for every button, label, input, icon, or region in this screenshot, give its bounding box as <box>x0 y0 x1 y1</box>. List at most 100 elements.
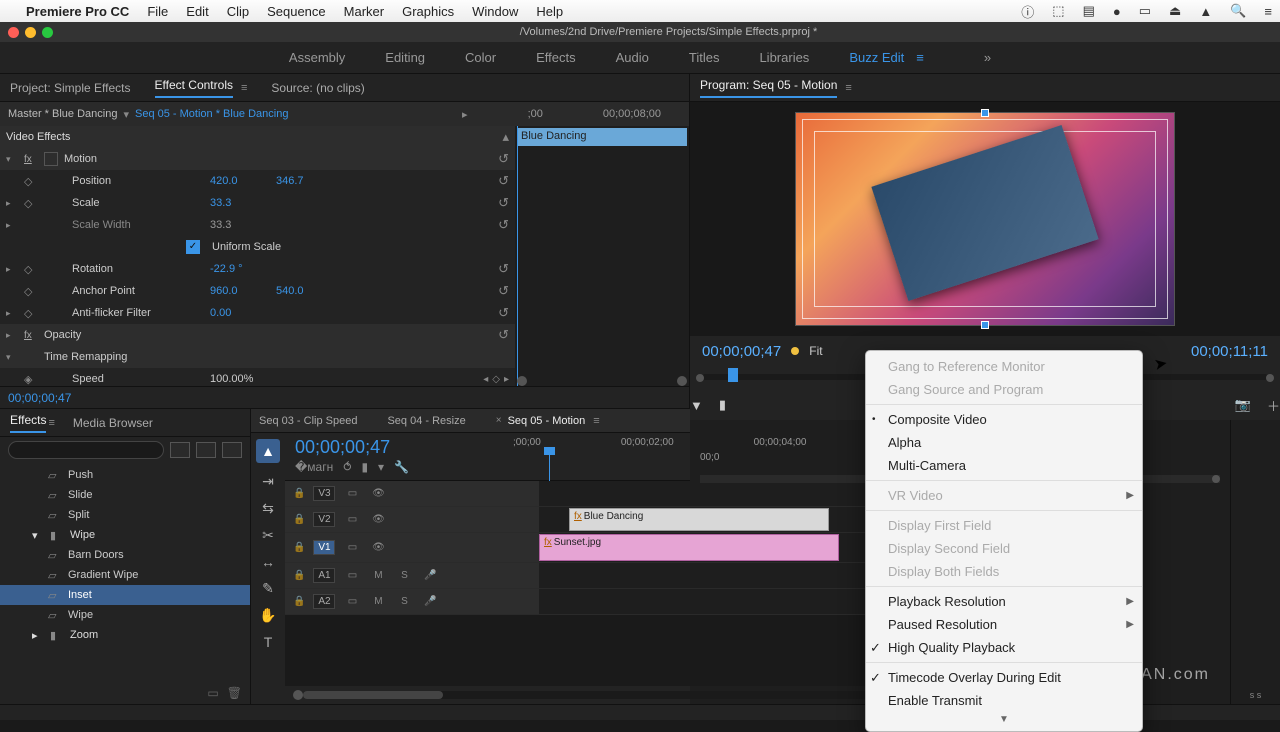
add-marker-icon[interactable]: ▾ <box>378 460 384 474</box>
keyframe-toggle-icon[interactable]: ◇ <box>24 307 38 320</box>
export-frame-icon[interactable]: 📷 <box>1235 397 1251 413</box>
track-v3[interactable]: V3 <box>313 486 335 501</box>
opacity-effect-label[interactable]: Opacity <box>44 329 204 341</box>
keyframe-toggle-icon[interactable]: ◇ <box>24 263 38 276</box>
ec-sequence[interactable]: Seq 05 - Motion * Blue Dancing <box>135 108 288 120</box>
ripple-tool-icon[interactable]: ⇆ <box>262 500 274 517</box>
twirl-icon[interactable]: ▾ <box>32 529 44 542</box>
mark-out-icon[interactable]: ▮ <box>719 397 726 413</box>
close-window-button[interactable] <box>8 27 19 38</box>
folder-wipe[interactable]: Wipe <box>70 529 95 541</box>
ws-libraries[interactable]: Libraries <box>759 50 809 65</box>
ec-playhead[interactable] <box>517 126 518 386</box>
spotlight-icon[interactable]: 🔍 <box>1230 3 1246 19</box>
track-v1[interactable]: V1 <box>313 540 335 555</box>
effect-slide[interactable]: Slide <box>68 489 92 501</box>
reset-icon[interactable]: ↺ <box>498 283 509 299</box>
keyframe-toggle-icon[interactable]: ◈ <box>24 373 38 386</box>
ws-effects[interactable]: Effects <box>536 50 576 65</box>
menu-playback-resolution[interactable]: Playback Resolution▶ <box>866 590 1142 613</box>
antiflicker-value[interactable]: 0.00 <box>210 307 270 319</box>
mark-in-icon[interactable]: ▼ <box>690 398 703 413</box>
marker-icon[interactable]: ▮ <box>361 460 368 474</box>
tab-program[interactable]: Program: Seq 05 - Motion <box>700 78 837 98</box>
zoom-window-button[interactable] <box>42 27 53 38</box>
lock-icon[interactable]: 🔒 <box>293 514 305 525</box>
button-editor-icon[interactable]: ＋ <box>1267 396 1280 415</box>
track-v2[interactable]: V2 <box>313 512 335 527</box>
effect-inset[interactable]: Inset <box>68 589 92 601</box>
scrub-playhead[interactable] <box>728 368 738 382</box>
twirl-icon[interactable]: ▾ <box>6 154 18 165</box>
ws-color[interactable]: Color <box>465 50 496 65</box>
folder-zoom[interactable]: Zoom <box>70 629 98 641</box>
close-tab-icon[interactable]: × <box>496 415 502 426</box>
lock-icon[interactable]: 🔒 <box>293 596 305 607</box>
effect-wipe[interactable]: Wipe <box>68 609 93 621</box>
position-y[interactable]: 346.7 <box>276 175 336 187</box>
next-keyframe-icon[interactable]: ▸ <box>504 374 509 385</box>
panel-menu-icon[interactable]: ≡ <box>241 82 247 94</box>
effect-controls-mini-timeline[interactable]: Blue Dancing <box>515 126 689 386</box>
workspace-overflow-icon[interactable]: » <box>984 50 991 65</box>
seq-tab-04[interactable]: Seq 04 - Resize <box>387 415 465 427</box>
transform-handle[interactable] <box>981 109 989 117</box>
effect-barn-doors[interactable]: Barn Doors <box>68 549 124 561</box>
ws-audio[interactable]: Audio <box>616 50 649 65</box>
program-tc-current[interactable]: 00;00;00;47 <box>702 343 781 360</box>
panel-menu-icon[interactable]: ≡ <box>48 417 54 429</box>
new-bin-icon[interactable]: ▭ <box>207 686 218 700</box>
motion-direct-icon[interactable] <box>44 152 58 166</box>
effect-split[interactable]: Split <box>68 509 89 521</box>
panel-menu-icon[interactable]: ≡ <box>593 415 599 427</box>
twirl-icon[interactable]: ▸ <box>6 264 18 275</box>
preset-type-icon[interactable] <box>170 442 190 458</box>
clip-blue-dancing[interactable]: fxBlue Dancing <box>569 508 829 531</box>
toggle-output-icon[interactable]: ▭ <box>343 570 361 581</box>
toggle-output-icon[interactable]: ▭ <box>343 514 361 525</box>
menu-alpha[interactable]: Alpha <box>866 431 1142 454</box>
solo-icon[interactable]: S <box>395 570 413 581</box>
ws-assembly[interactable]: Assembly <box>289 50 345 65</box>
slip-tool-icon[interactable]: ↔ <box>261 554 275 570</box>
transform-handle[interactable] <box>981 321 989 329</box>
ws-titles[interactable]: Titles <box>689 50 720 65</box>
track-a2[interactable]: A2 <box>313 594 335 609</box>
twirl-icon[interactable]: ▾ <box>6 352 18 363</box>
menu-paused-resolution[interactable]: Paused Resolution▶ <box>866 613 1142 636</box>
menu-enable-transmit[interactable]: Enable Transmit <box>866 689 1142 712</box>
anchor-y[interactable]: 540.0 <box>276 285 336 297</box>
minimize-window-button[interactable] <box>25 27 36 38</box>
menu-multi-camera[interactable]: Multi-Camera <box>866 454 1142 477</box>
cc-icon[interactable]: ▤ <box>1083 3 1095 19</box>
anchor-x[interactable]: 960.0 <box>210 285 270 297</box>
prev-keyframe-icon[interactable]: ◂ <box>483 374 488 385</box>
menu-clip[interactable]: Clip <box>227 4 249 19</box>
position-x[interactable]: 420.0 <box>210 175 270 187</box>
keyframe-toggle-icon[interactable]: ◇ <box>24 175 38 188</box>
dot-icon[interactable]: ● <box>1113 4 1121 19</box>
eye-icon[interactable]: 👁 <box>369 514 387 525</box>
mute-icon[interactable]: M <box>369 596 387 607</box>
keyframe-toggle-icon[interactable]: ◇ <box>24 285 38 298</box>
scale-value[interactable]: 33.3 <box>210 197 270 209</box>
clip-sunset[interactable]: fxSunset.jpg <box>539 534 839 561</box>
reset-icon[interactable]: ↺ <box>498 217 509 233</box>
airplay-icon[interactable]: ⏏ <box>1169 3 1181 19</box>
menu-marker[interactable]: Marker <box>344 4 384 19</box>
twirl-icon[interactable]: ▸ <box>32 629 44 642</box>
section-toggle-icon[interactable]: ▴ <box>502 129 509 145</box>
snap-icon[interactable]: �магн <box>295 460 333 474</box>
preset-type-icon[interactable] <box>196 442 216 458</box>
panel-menu-icon[interactable]: ≡ <box>845 82 851 94</box>
selection-tool-icon[interactable]: ▲ <box>256 439 280 463</box>
timeline-ruler[interactable]: ;00;00 00;00;02;00 00;00;04;00 00; <box>505 433 900 480</box>
menu-graphics[interactable]: Graphics <box>402 4 454 19</box>
menu-edit[interactable]: Edit <box>186 4 208 19</box>
dropbox-icon[interactable]: ⬚ <box>1052 3 1064 19</box>
reset-icon[interactable]: ↺ <box>498 195 509 211</box>
twirl-icon[interactable]: ▸ <box>6 308 18 319</box>
pen-tool-icon[interactable]: ✎ <box>262 580 274 597</box>
keyframe-toggle-icon[interactable]: ◇ <box>24 197 38 210</box>
tab-effect-controls[interactable]: Effect Controls <box>155 78 233 98</box>
